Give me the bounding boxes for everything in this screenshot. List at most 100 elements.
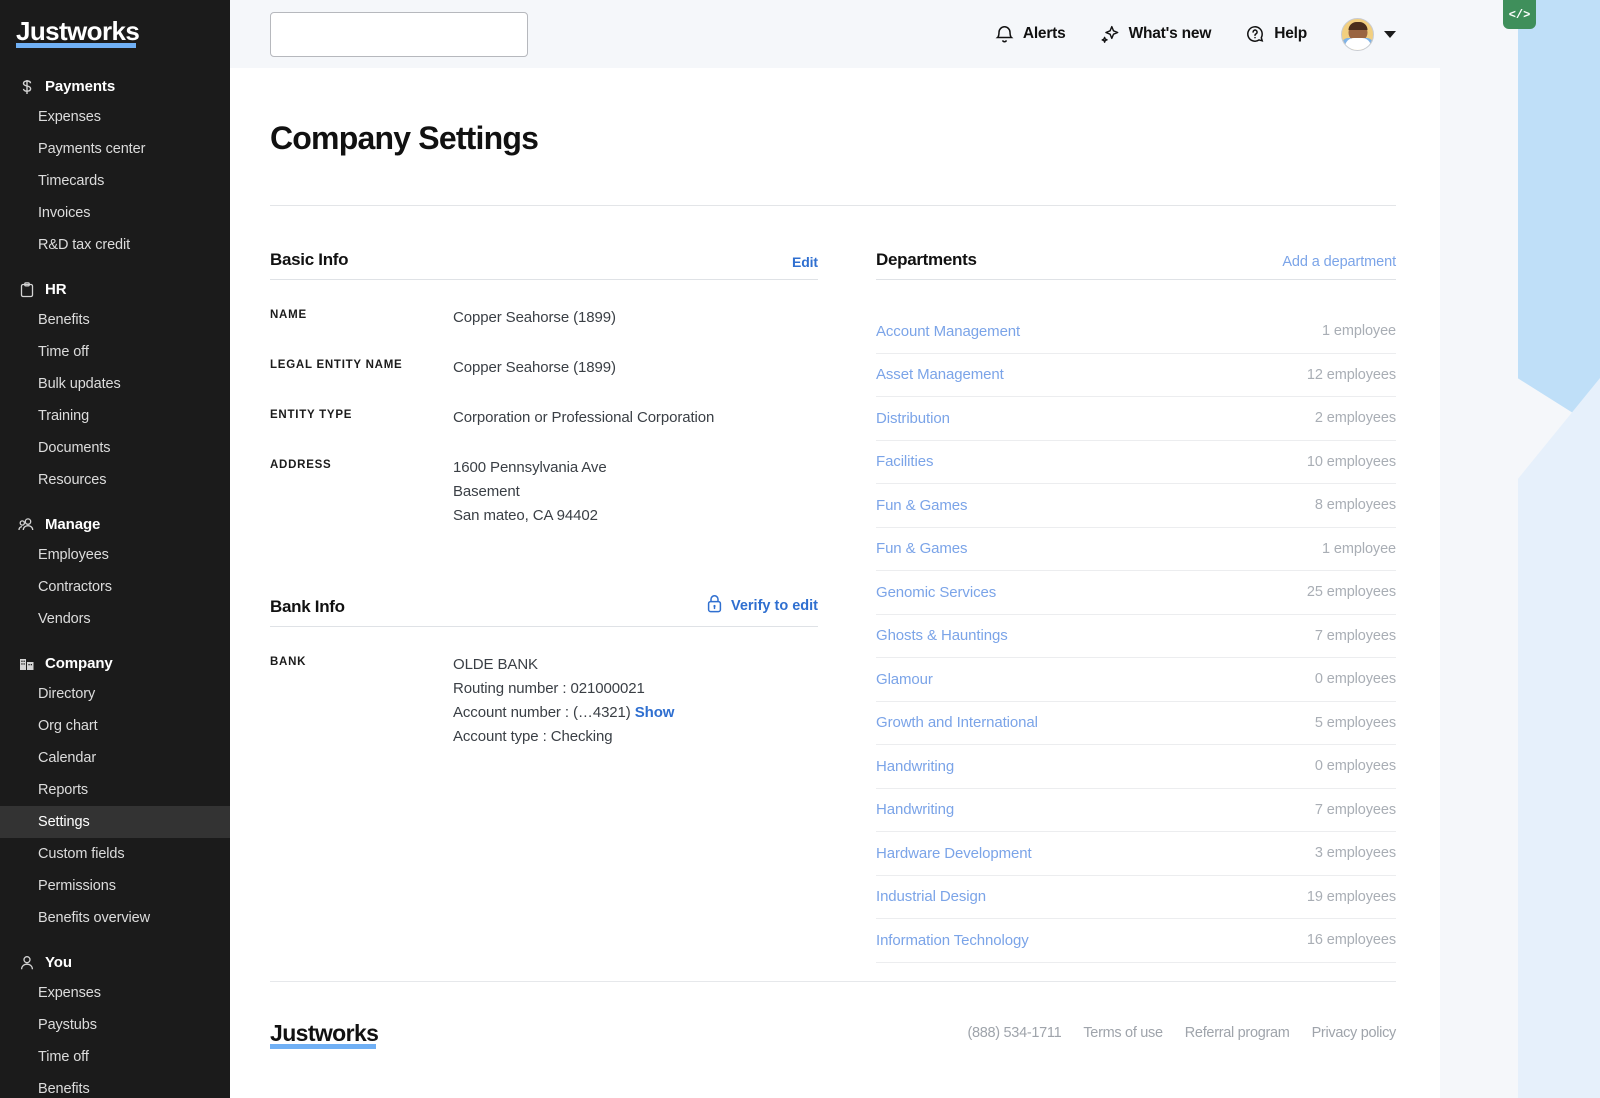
department-employee-count: 2 employees	[1314, 410, 1396, 427]
footer-terms-of-use-link[interactable]: Terms of use	[1083, 1025, 1163, 1041]
departments-list: Account Management 1 employee Asset Mana…	[876, 310, 1396, 963]
field-value: Copper Seahorse (1899)	[453, 309, 616, 326]
sidebar-item-benefits-overview[interactable]: Benefits overview	[0, 902, 230, 934]
sidebar-item-permissions[interactable]: Permissions	[0, 870, 230, 902]
department-employee-count: 19 employees	[1306, 888, 1396, 905]
department-name[interactable]: Ghosts & Hauntings	[876, 627, 1008, 644]
avatar	[1341, 17, 1374, 51]
account-menu-button[interactable]	[1341, 17, 1396, 51]
department-name[interactable]: Account Management	[876, 323, 1020, 340]
department-name[interactable]: Genomic Services	[876, 584, 996, 601]
basic-info-header: Basic Info Edit	[270, 250, 818, 279]
sidebar-item-benefits[interactable]: Benefits	[0, 304, 230, 336]
table-row[interactable]: Ghosts & Hauntings 7 employees	[876, 615, 1396, 658]
code-badge-icon[interactable]: </>	[1503, 0, 1536, 29]
table-row[interactable]: Industrial Design 19 employees	[876, 876, 1396, 919]
department-employee-count: 8 employees	[1314, 497, 1396, 514]
department-name[interactable]: Industrial Design	[876, 888, 986, 905]
department-name[interactable]: Facilities	[876, 453, 933, 470]
nav-group-hr: HR Benefits Time off Bulk updates Traini…	[0, 275, 230, 496]
table-row[interactable]: Handwriting 7 employees	[876, 789, 1396, 832]
footer-referral-program-link[interactable]: Referral program	[1185, 1025, 1290, 1041]
footer-phone[interactable]: (888) 534-1711	[967, 1025, 1061, 1041]
nav-header-label: You	[45, 954, 72, 971]
sidebar-item-resources[interactable]: Resources	[0, 464, 230, 496]
sidebar-item-training[interactable]: Training	[0, 400, 230, 432]
sidebar-item-bulk-updates[interactable]: Bulk updates	[0, 368, 230, 400]
nav-header-company[interactable]: Company	[0, 649, 230, 678]
sidebar-item-invoices[interactable]: Invoices	[0, 197, 230, 229]
sidebar-brand[interactable]: Justworks	[0, 0, 230, 48]
department-name[interactable]: Distribution	[876, 410, 950, 427]
sidebar-item-contractors[interactable]: Contractors	[0, 571, 230, 603]
table-row[interactable]: Genomic Services 25 employees	[876, 571, 1396, 615]
table-row[interactable]: Facilities 10 employees	[876, 441, 1396, 484]
search-input[interactable]	[270, 11, 528, 57]
show-account-number-link[interactable]: Show	[635, 704, 675, 721]
footer-logo-text: Justworks	[270, 1019, 379, 1049]
sidebar-item-paystubs[interactable]: Paystubs	[0, 1009, 230, 1041]
nav-header-you[interactable]: You	[0, 948, 230, 977]
table-row[interactable]: Account Management 1 employee	[876, 310, 1396, 354]
table-row[interactable]: Growth and International 5 employees	[876, 702, 1396, 745]
footer-privacy-policy-link[interactable]: Privacy policy	[1312, 1025, 1397, 1041]
department-name[interactable]: Information Technology	[876, 932, 1029, 949]
left-column: Basic Info Edit NAME Copper Seahorse (18…	[270, 250, 818, 963]
sidebar-item-timecards[interactable]: Timecards	[0, 165, 230, 197]
sidebar-item-documents[interactable]: Documents	[0, 432, 230, 464]
field-value: Corporation or Professional Corporation	[453, 409, 715, 426]
nav-header-label: Manage	[45, 516, 101, 533]
table-row[interactable]: Distribution 2 employees	[876, 397, 1396, 441]
table-row[interactable]: Fun & Games 8 employees	[876, 484, 1396, 528]
department-employee-count: 1 employee	[1322, 323, 1396, 340]
verify-to-edit-button[interactable]: Verify to edit	[706, 594, 818, 617]
edit-basic-info-link[interactable]: Edit	[792, 254, 818, 270]
nav-header-hr[interactable]: HR	[0, 275, 230, 304]
department-name[interactable]: Fun & Games	[876, 497, 968, 514]
sidebar-item-calendar[interactable]: Calendar	[0, 742, 230, 774]
table-row[interactable]: Hardware Development 3 employees	[876, 832, 1396, 876]
page-title: Company Settings	[270, 120, 539, 156]
field-bank: BANK OLDE BANK Routing number : 02100002…	[270, 627, 818, 749]
department-name[interactable]: Asset Management	[876, 366, 1004, 383]
table-row[interactable]: Information Technology 16 employees	[876, 919, 1396, 963]
alerts-button[interactable]: Alerts	[995, 24, 1066, 44]
app-root: Justworks Payments Expenses Payments cen…	[0, 0, 1600, 1098]
bank-info-title: Bank Info	[270, 597, 345, 616]
whats-new-button[interactable]: What's new	[1100, 24, 1211, 44]
nav-group-payments: Payments Expenses Payments center Timeca…	[0, 72, 230, 261]
lock-icon	[706, 594, 723, 617]
sidebar-item-org-chart[interactable]: Org chart	[0, 710, 230, 742]
nav-header-manage[interactable]: Manage	[0, 510, 230, 539]
sidebar-item-you-expenses[interactable]: Expenses	[0, 977, 230, 1009]
table-row[interactable]: Fun & Games 1 employee	[876, 528, 1396, 571]
sidebar-item-directory[interactable]: Directory	[0, 678, 230, 710]
add-department-link[interactable]: Add a department	[1282, 254, 1396, 270]
account-number-value: Account number : (…4321)	[453, 704, 631, 721]
help-button[interactable]: Help	[1245, 24, 1307, 44]
sidebar-item-expenses[interactable]: Expenses	[0, 101, 230, 133]
sidebar-item-reports[interactable]: Reports	[0, 774, 230, 806]
department-name[interactable]: Hardware Development	[876, 845, 1032, 862]
sidebar-item-vendors[interactable]: Vendors	[0, 603, 230, 635]
sidebar-item-payments-center[interactable]: Payments center	[0, 133, 230, 165]
table-row[interactable]: Glamour 0 employees	[876, 658, 1396, 702]
sidebar-item-time-off[interactable]: Time off	[0, 336, 230, 368]
table-row[interactable]: Handwriting 0 employees	[876, 745, 1396, 789]
table-row[interactable]: Asset Management 12 employees	[876, 354, 1396, 397]
top-bar-actions: Alerts What's new Help	[995, 17, 1440, 51]
department-name[interactable]: Handwriting	[876, 801, 954, 818]
sidebar-item-employees[interactable]: Employees	[0, 539, 230, 571]
sidebar-item-you-time-off[interactable]: Time off	[0, 1041, 230, 1073]
nav-header-payments[interactable]: Payments	[0, 72, 230, 101]
two-column-layout: Basic Info Edit NAME Copper Seahorse (18…	[270, 206, 1396, 963]
department-name[interactable]: Glamour	[876, 671, 933, 688]
sidebar-item-rd-tax-credit[interactable]: R&D tax credit	[0, 229, 230, 261]
department-name[interactable]: Fun & Games	[876, 540, 968, 557]
sidebar-item-custom-fields[interactable]: Custom fields	[0, 838, 230, 870]
sidebar-item-you-benefits[interactable]: Benefits	[0, 1073, 230, 1098]
department-name[interactable]: Handwriting	[876, 758, 954, 775]
department-name[interactable]: Growth and International	[876, 714, 1038, 731]
chevron-down-icon	[1384, 30, 1396, 38]
sidebar-item-settings[interactable]: Settings	[0, 806, 230, 838]
